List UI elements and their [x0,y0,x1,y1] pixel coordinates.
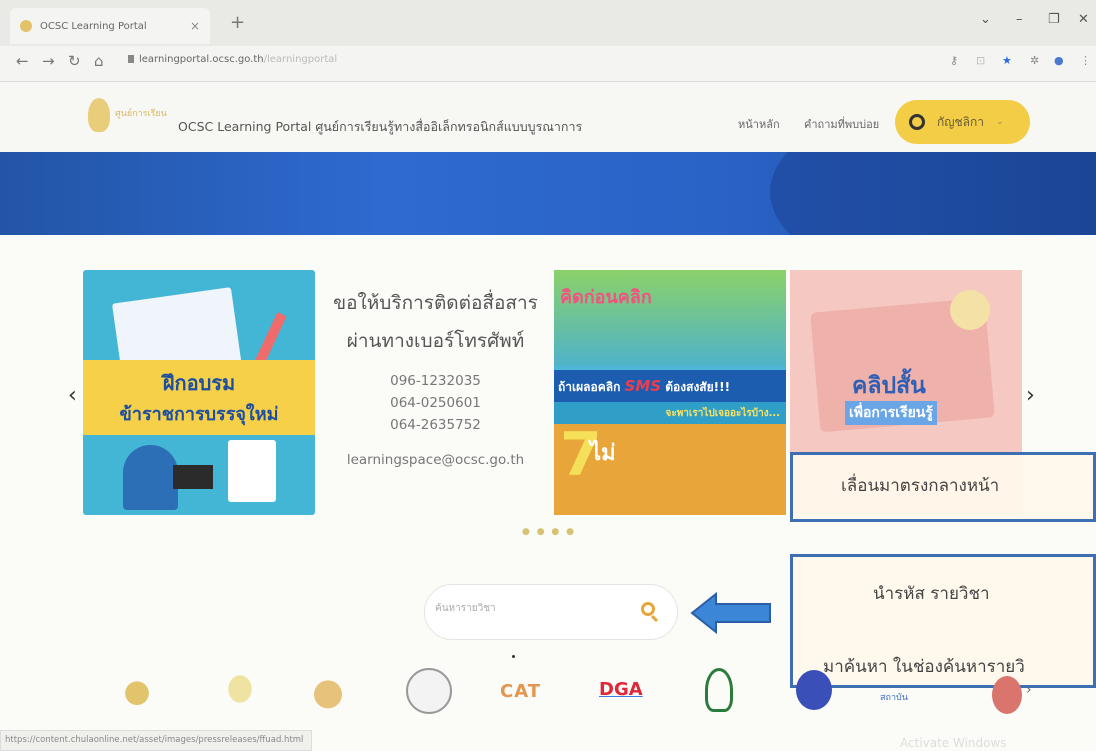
status-url-bar: https://content.chulaonline.net/asset/im… [0,730,312,751]
bookmark-star-icon[interactable]: ★ [1002,54,1012,67]
callout2-line1: นำรหัส รายวิชา [873,584,990,604]
slide1-line1: ฝึกอบรม [162,371,236,395]
laptop-illustration [173,465,213,489]
cat-logo[interactable]: CAT [500,681,541,702]
checklist-illustration [228,440,276,502]
sms-post: ต้องสงสัย!!! [661,380,731,394]
slide4-line2: เพื่อการเรียนรู้ [845,401,937,425]
phone-number: 064-0250601 [390,395,481,411]
restore-button[interactable]: ❐ [1048,12,1060,27]
favicon-icon [20,20,32,32]
course-search-input[interactable] [435,603,625,614]
minimize-button[interactable]: – [1016,12,1023,27]
carousel-next-button[interactable]: › [1026,383,1035,408]
carousel-slide-training[interactable]: ฝึกอบรม ข้าราชการบรรจุใหม่ [83,270,315,515]
url-host: learningportal.ocsc.go.th [139,54,264,65]
carousel-prev-button[interactable]: ‹ [68,383,77,408]
contact-line2: ผ่านทางเบอร์โทรศัพท์ [346,330,525,352]
dga-logo[interactable]: DGA [599,679,643,700]
lock-icon [128,55,134,63]
slide4-line1: คลิปสั้น [852,373,926,399]
callout-scroll-middle: เลื่อนมาตรงกลางหน้า [790,452,1096,522]
close-window-button[interactable]: ✕ [1078,12,1089,27]
banner-swirl [770,152,1096,235]
nav-faq-link[interactable]: คำถามที่พบบ่อย [804,115,879,133]
home-icon[interactable]: ⌂ [94,52,104,70]
carousel-slide-contact[interactable]: ขอให้บริการติดต่อสื่อสาร ผ่านทางเบอร์โทร… [323,270,548,515]
partner-logo-1[interactable] [123,668,151,710]
search-icon[interactable] [641,602,655,616]
url-field[interactable]: learningportal.ocsc.go.th/learningportal [128,54,337,65]
new-tab-button[interactable]: + [230,12,245,33]
url-path: /learningportal [263,54,338,65]
partner-logo-9[interactable]: สถาบัน [880,690,908,704]
partner-logo-3[interactable] [313,668,343,712]
slide-title-band: ฝึกอบรม ข้าราชการบรรจุใหม่ [83,360,315,435]
browser-tab[interactable]: OCSC Learning Portal × [10,8,210,44]
menu-dots-icon[interactable]: ⋮ [1080,54,1091,67]
extensions-icon[interactable]: ✲ [1030,54,1039,67]
sms-warning-band: ถ้าเผลอคลิก SMS ต้องสงสัย!!! [554,370,786,402]
stray-dot [512,655,515,658]
activate-windows-watermark: Activate Windows [900,736,1007,750]
user-icon [909,114,925,130]
sms-word: SMS [624,377,662,395]
partner-logo-10[interactable] [992,676,1022,714]
callout2-line2: มาค้นหา ในช่องค้นหารายวิ [823,657,1025,677]
callout-search-code: นำรหัส รายวิชา มาค้นหา ในช่องค้นหารายวิ [790,554,1096,688]
person-illustration [123,445,178,510]
partner-seal-logo[interactable] [406,668,452,714]
course-search-box[interactable] [424,584,678,640]
profile-icon[interactable]: ● [1054,54,1064,67]
tab-search-chevron-icon[interactable]: ⌄ [980,12,991,27]
partner-logo-2[interactable] [222,668,258,710]
account-label: กัญชลิกา [937,114,984,129]
hero-banner [0,152,1096,235]
share-icon[interactable]: ⊡ [976,54,985,67]
slide1-line2: ข้าราชการบรรจุใหม่ [119,404,279,425]
gear-icon [950,290,990,330]
logo-text: ศูนย์การเรียน [115,109,167,119]
nav-home-link[interactable]: หน้าหลัก [738,115,780,133]
carousel-dots[interactable]: ● ● ● ● [522,527,576,537]
partner-logo-8[interactable] [796,670,832,710]
left-arrow-icon [690,591,771,635]
tab-close-button[interactable]: × [190,19,200,33]
slide3-heading: คิดก่อนคลิก [560,287,652,308]
carousel-slide-sms[interactable]: คิดก่อนคลิก ถ้าเผลอคลิก SMS ต้องสงสัย!!!… [554,270,786,515]
site-title: OCSC Learning Portal ศูนย์การเรียนรู้ทาง… [178,119,583,134]
phone-number: 064-2635752 [390,417,481,433]
partners-next-icon[interactable]: › [1026,682,1032,698]
phone-number: 096-1232035 [390,373,481,389]
tab-title: OCSC Learning Portal [40,20,147,32]
reload-icon[interactable]: ↻ [68,52,81,70]
chevron-down-icon: ⌄ [996,117,1004,127]
back-arrow-icon[interactable]: ← [16,52,29,70]
forward-arrow-icon[interactable]: → [42,52,55,70]
account-button[interactable]: กัญชลิกา ⌄ [895,100,1030,144]
contact-email: learningspace@ocsc.go.th [346,452,525,468]
key-icon[interactable]: ⚷ [950,54,958,67]
ocsc-logo-icon[interactable] [88,98,110,132]
partner-logo-7[interactable] [705,668,733,712]
slide3-mai: ไม่ [590,441,616,466]
contact-line1: ขอให้บริการติดต่อสื่อสาร [333,292,538,314]
sms-pre: ถ้าเผลอคลิก [558,380,625,394]
